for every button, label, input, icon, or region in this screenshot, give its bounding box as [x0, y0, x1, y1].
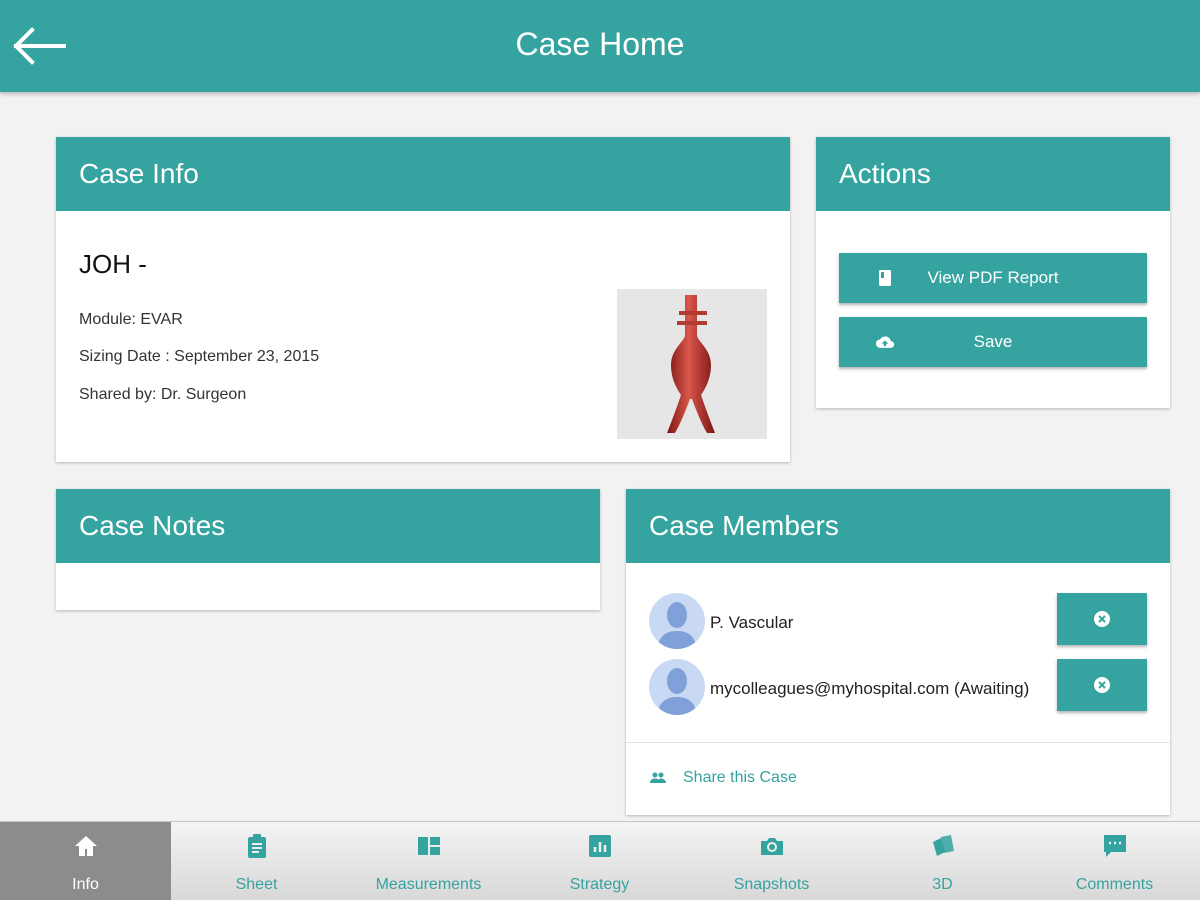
nav-tab-comments-label: Comments: [1075, 876, 1154, 893]
cancel-circle-icon: [1094, 611, 1110, 627]
nav-tab-snapshots-label: Snapshots: [733, 876, 810, 893]
case-notes-card: Case Notes: [56, 489, 600, 610]
nav-tab-comments[interactable]: Comments: [1029, 822, 1200, 900]
shared-by: Shared by: Dr. Surgeon: [79, 386, 247, 403]
nav-tab-info-label: Info: [72, 876, 99, 893]
person-silhouette-icon: [657, 668, 697, 715]
member-name: P. Vascular: [710, 613, 794, 632]
case-members-title: Case Members: [626, 489, 1170, 563]
case-info-card: Case Info JOH - Module: EVAR Sizing Date…: [56, 137, 790, 462]
case-notes-title: Case Notes: [56, 489, 600, 563]
avatar: [649, 593, 705, 649]
3d-cards-icon: [933, 835, 954, 856]
nav-tab-measurements[interactable]: Measurements: [343, 822, 514, 900]
nav-tab-3d[interactable]: 3D: [857, 822, 1028, 900]
nav-tab-snapshots[interactable]: Snapshots: [686, 822, 857, 900]
share-case-label: Share this Case: [683, 769, 797, 786]
people-icon: [650, 772, 666, 783]
nav-tab-sheet-label: Sheet: [235, 876, 278, 893]
top-app-bar: Case Home: [0, 0, 1200, 92]
share-case-link[interactable]: Share this Case: [649, 769, 797, 787]
actions-title: Actions: [816, 137, 1170, 211]
remove-member-button[interactable]: [1057, 659, 1147, 711]
aorta-illustration: [667, 295, 715, 433]
view-pdf-report-label: View PDF Report: [927, 268, 1059, 287]
dashboard-icon: [418, 837, 440, 855]
divider: [626, 742, 1170, 743]
nav-tab-measurements-label: Measurements: [375, 876, 482, 893]
avatar: [649, 659, 705, 715]
camera-icon: [761, 838, 783, 855]
nav-tab-strategy[interactable]: Strategy: [514, 822, 685, 900]
cancel-circle-icon: [1094, 677, 1110, 693]
view-pdf-report-button[interactable]: View PDF Report: [839, 253, 1147, 303]
nav-tab-3d-label: 3D: [932, 876, 953, 893]
page-title: Case Home: [515, 26, 685, 62]
remove-member-button[interactable]: [1057, 593, 1147, 645]
clipboard-icon: [248, 834, 266, 858]
case-members-card: Case Members P. Vascular mycolleagues@my…: [626, 489, 1170, 815]
bottom-navigation: Info Sheet Measurements Strategy Snapsho…: [0, 821, 1200, 900]
nav-tab-info[interactable]: Info: [0, 822, 171, 900]
person-silhouette-icon: [657, 602, 697, 649]
case-module: Module: EVAR: [79, 311, 183, 328]
member-row: mycolleagues@myhospital.com (Awaiting): [649, 659, 1149, 715]
patient-name: JOH -: [79, 249, 147, 279]
actions-card: Actions View PDF Report Save: [816, 137, 1170, 408]
aorta-model-thumbnail[interactable]: [617, 289, 767, 439]
nav-tab-strategy-label: Strategy: [569, 876, 630, 893]
comment-icon: [1104, 835, 1126, 857]
home-icon: [75, 836, 97, 856]
member-row: P. Vascular: [649, 593, 1149, 649]
case-info-title: Case Info: [56, 137, 790, 211]
sizing-date: Sizing Date : September 23, 2015: [79, 348, 320, 365]
save-button[interactable]: Save: [839, 317, 1147, 367]
nav-tab-sheet[interactable]: Sheet: [171, 822, 342, 900]
save-label: Save: [973, 332, 1013, 351]
bar-chart-icon: [589, 835, 611, 857]
member-name: mycolleagues@myhospital.com (Awaiting): [710, 679, 1030, 698]
